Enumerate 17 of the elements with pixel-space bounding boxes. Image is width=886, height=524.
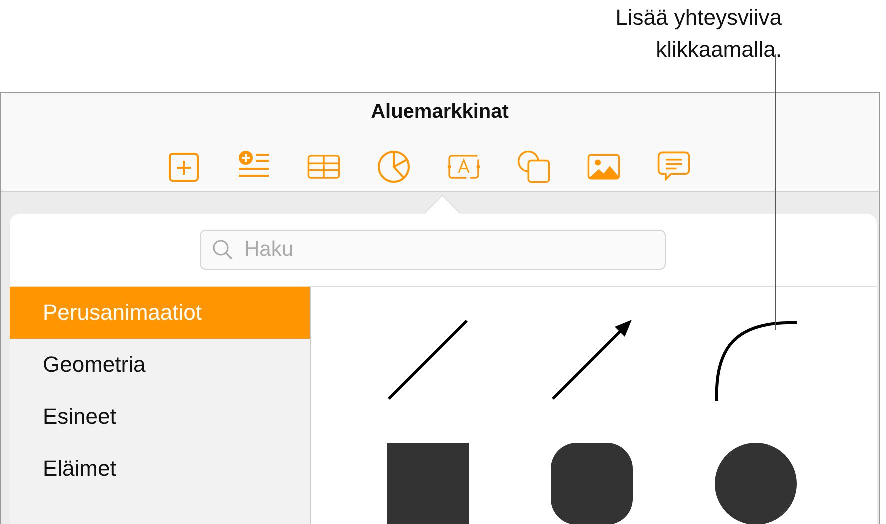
line-shape[interactable] <box>387 319 469 401</box>
curve-shape[interactable] <box>715 319 797 401</box>
window-title: Aluemarkkinat <box>371 101 509 124</box>
add-button[interactable] <box>167 150 201 184</box>
chart-button[interactable] <box>377 150 411 184</box>
shape-button[interactable] <box>517 150 551 184</box>
category-item[interactable]: Eläimet <box>10 443 310 495</box>
category-item[interactable]: Esineet <box>10 391 310 443</box>
callout-text: Lisää yhteysviiva klikkaamalla. <box>616 4 782 64</box>
table-icon <box>307 152 341 182</box>
comment-button[interactable] <box>657 150 691 184</box>
search-icon <box>212 239 234 261</box>
category-item[interactable]: Geometria <box>10 339 310 391</box>
shapes-icon <box>517 148 551 186</box>
search-field[interactable]: Haku <box>200 230 666 270</box>
add-icon <box>168 151 200 183</box>
pie-chart-icon <box>377 150 411 184</box>
